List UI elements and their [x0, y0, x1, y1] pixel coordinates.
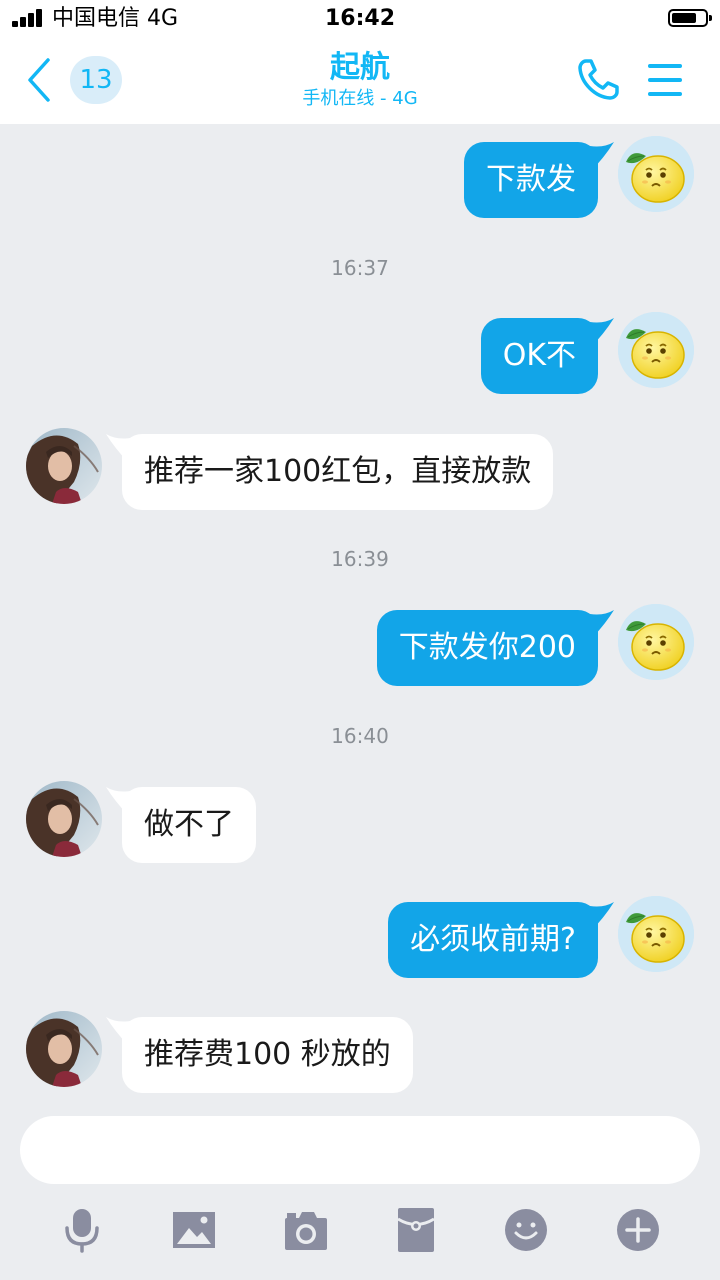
message-bubble[interactable]: 做不了 — [122, 787, 256, 863]
timestamp: 16:39 — [331, 547, 389, 571]
lemon-avatar-icon — [618, 136, 694, 212]
back-button[interactable]: 13 — [24, 52, 134, 108]
chat-header: 13 起航 手机在线 - 4G — [0, 38, 720, 124]
my-avatar[interactable] — [618, 136, 694, 212]
chevron-left-icon — [28, 58, 50, 102]
call-button[interactable] — [574, 56, 622, 104]
input-area — [0, 1100, 720, 1280]
contact-avatar[interactable] — [26, 781, 102, 857]
my-avatar[interactable] — [618, 896, 694, 972]
signal-strength-icon — [12, 9, 46, 27]
contact-name: 起航 — [330, 50, 390, 85]
contact-photo-icon — [26, 781, 102, 857]
status-bar: 中国电信 4G 16:42 — [0, 0, 720, 38]
emoji-icon — [505, 1209, 547, 1251]
contact-photo-icon — [26, 428, 102, 504]
image-button[interactable] — [170, 1206, 218, 1254]
camera-button[interactable] — [282, 1206, 330, 1254]
lemon-avatar-icon — [618, 604, 694, 680]
image-icon — [173, 1212, 215, 1248]
carrier-label: 中国电信 4G — [52, 6, 179, 31]
battery-icon — [668, 9, 712, 27]
red-packet-icon — [397, 1208, 435, 1252]
lemon-avatar-icon — [618, 896, 694, 972]
camera-icon — [285, 1212, 327, 1250]
message-bubble[interactable]: OK不 — [480, 318, 598, 394]
contact-avatar[interactable] — [26, 1011, 102, 1087]
timestamp: 16:37 — [331, 256, 389, 280]
menu-button[interactable] — [644, 60, 688, 100]
plus-icon — [617, 1209, 659, 1251]
unread-count-badge: 13 — [70, 56, 122, 104]
more-button[interactable] — [614, 1206, 662, 1254]
message-bubble[interactable]: 下款发 — [464, 142, 598, 218]
my-avatar[interactable] — [618, 312, 694, 388]
message-bubble[interactable]: 必须收前期? — [388, 902, 598, 978]
message-bubble[interactable]: 推荐一家100红包，直接放款 — [122, 434, 554, 510]
red-packet-button[interactable] — [392, 1206, 440, 1254]
contact-avatar[interactable] — [26, 428, 102, 504]
message-input[interactable] — [20, 1116, 700, 1184]
voice-button[interactable] — [58, 1206, 106, 1254]
contact-status: 手机在线 - 4G — [302, 88, 418, 109]
phone-icon — [578, 59, 619, 100]
my-avatar[interactable] — [618, 604, 694, 680]
message-bubble[interactable]: 下款发你200 — [376, 610, 598, 686]
emoji-button[interactable] — [502, 1206, 550, 1254]
microphone-icon — [65, 1209, 99, 1253]
message-list[interactable]: 下款发 16:37 OK不 推荐一家100红包，直接放款 16:39 下款发你2… — [0, 124, 720, 1100]
message-bubble[interactable]: 推荐费100 秒放的 — [122, 1017, 413, 1093]
lemon-avatar-icon — [618, 312, 694, 388]
timestamp: 16:40 — [331, 724, 389, 748]
contact-photo-icon — [26, 1011, 102, 1087]
